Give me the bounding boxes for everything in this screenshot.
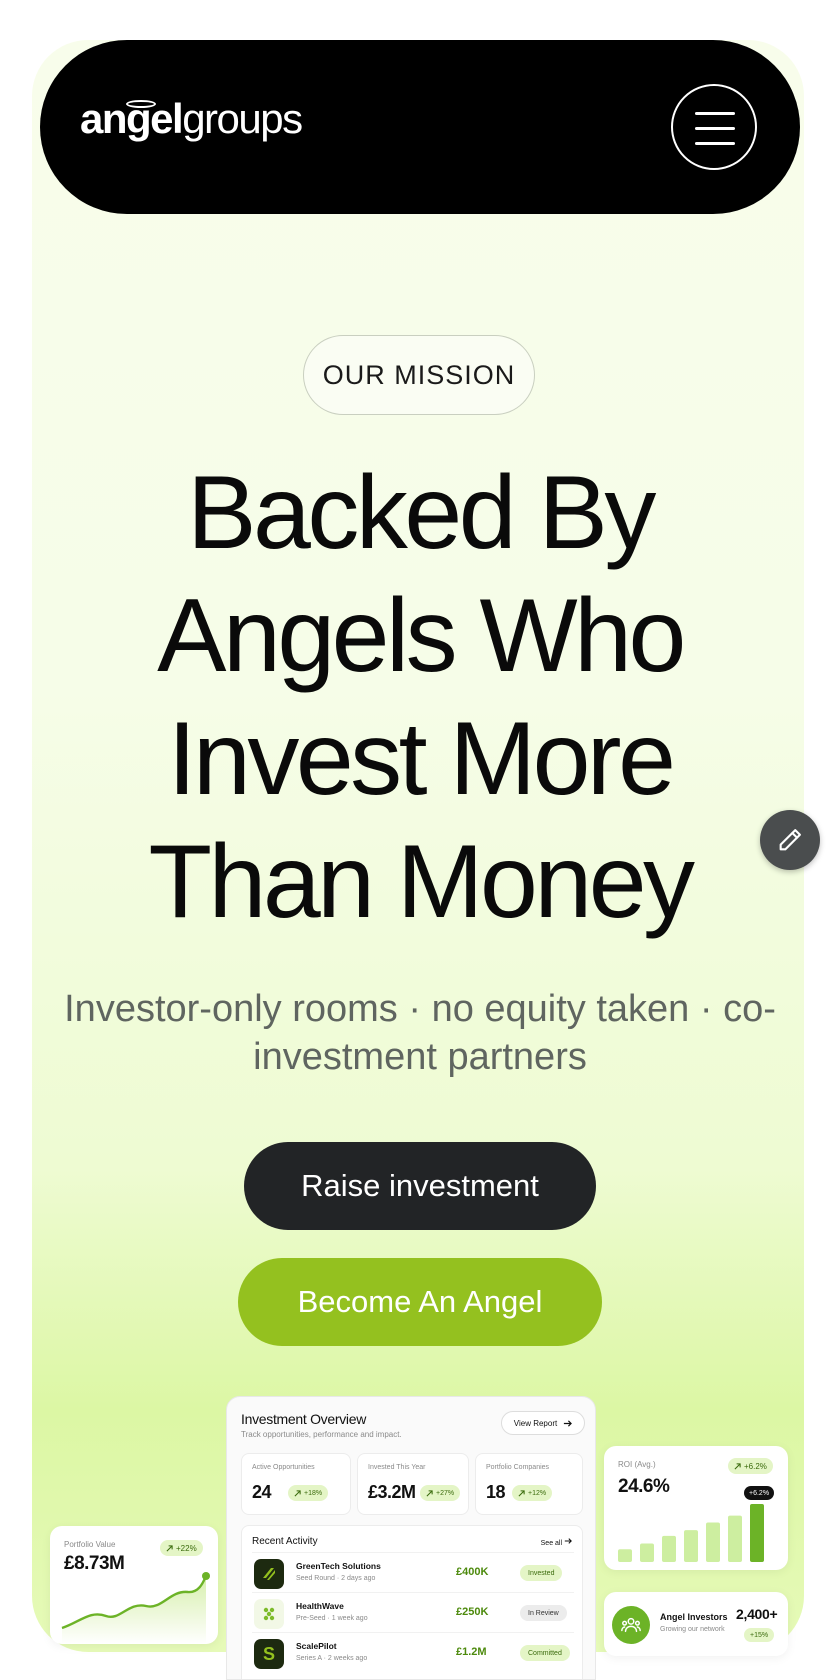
see-all-link[interactable]: See all	[541, 1537, 572, 1547]
arrow-up-right-icon	[294, 1489, 301, 1496]
status-badge: Committed	[520, 1645, 570, 1661]
arrow-right-icon	[564, 1419, 573, 1427]
company-name: HealthWave	[296, 1601, 344, 1611]
investors-value: 2,400+	[736, 1606, 778, 1622]
headline-line: Backed By	[187, 455, 656, 571]
menu-button[interactable]	[671, 84, 757, 170]
brand-logo[interactable]: angelgroups	[80, 95, 303, 142]
pencil-icon	[779, 829, 801, 851]
stat-change-badge: +18%	[288, 1485, 329, 1501]
stat-change-badge: +27%	[420, 1485, 461, 1501]
status-badge: Invested	[520, 1565, 563, 1581]
portfolio-value-card: Portfolio Value £8.73M +22%	[50, 1526, 218, 1644]
roi-bar	[640, 1543, 654, 1562]
roi-card: ROI (Avg.) 24.6% +6.2% +6.2%	[604, 1446, 788, 1570]
roi-bar	[750, 1504, 764, 1562]
stat-change: +18%	[304, 1489, 323, 1497]
stat-value: 24	[252, 1482, 272, 1502]
scalepilot-logo-icon: S	[254, 1639, 284, 1669]
activity-heading: Recent Activity	[252, 1536, 318, 1547]
stat-change: +12%	[528, 1489, 547, 1497]
healthwave-logo-icon	[254, 1599, 284, 1629]
recent-activity-panel: Recent Activity See all GreenTech Soluti…	[241, 1525, 583, 1679]
headline-line: Than Money	[148, 824, 695, 940]
headline-line: Angels Who	[157, 578, 686, 694]
edit-button[interactable]	[760, 810, 820, 870]
stat-label: Portfolio Companies	[486, 1464, 550, 1471]
stat-value: 18	[486, 1482, 506, 1502]
headline-line: Invest More	[167, 701, 676, 817]
portfolio-trend-chart	[61, 1572, 210, 1644]
logo-halo-icon	[126, 100, 156, 108]
menu-icon-bar	[695, 127, 735, 130]
greentech-logo-icon	[254, 1559, 284, 1589]
activity-amount: £1.2M	[456, 1646, 487, 1658]
people-icon	[612, 1606, 650, 1644]
stat-change: +27%	[436, 1489, 455, 1497]
logo-light-part: groups	[182, 95, 303, 142]
dashboard-subtitle: Track opportunities, performance and imp…	[241, 1430, 402, 1439]
company-name: GreenTech Solutions	[296, 1561, 381, 1571]
arrow-up-right-icon	[426, 1489, 433, 1496]
roi-bar	[684, 1530, 698, 1562]
dashboard-title: Investment Overview	[241, 1411, 367, 1427]
activity-row[interactable]: S ScalePilot Series A · 2 weeks ago £1.2…	[252, 1632, 574, 1670]
company-meta: Series A · 2 weeks ago	[296, 1655, 368, 1662]
roi-bar	[728, 1515, 742, 1562]
roi-bar	[662, 1535, 676, 1562]
stat-label: Active Opportunities	[252, 1464, 315, 1471]
mission-badge: OUR MISSION	[303, 335, 535, 415]
become-angel-button[interactable]: Become An Angel	[238, 1258, 602, 1346]
roi-bar	[618, 1549, 632, 1562]
see-all-label: See all	[540, 1540, 563, 1547]
menu-icon-bar	[695, 142, 735, 145]
investors-meta: Growing our network	[660, 1626, 725, 1633]
roi-bar	[706, 1522, 720, 1562]
investment-overview-card: Investment Overview Track opportunities,…	[226, 1396, 596, 1680]
investors-label: Angel Investors	[660, 1612, 728, 1622]
company-meta: Seed Round · 2 days ago	[296, 1575, 376, 1582]
stat-card: Active Opportunities 24 +18%	[241, 1453, 351, 1515]
stat-value: £3.2M	[368, 1482, 416, 1502]
activity-row[interactable]: HealthWave Pre-Seed · 1 week ago £250K I…	[252, 1592, 574, 1630]
angel-investors-card: Angel Investors Growing our network 2,40…	[604, 1592, 788, 1656]
hero-headline: Backed By Angels Who Invest More Than Mo…	[60, 452, 780, 944]
arrow-up-right-icon	[518, 1489, 525, 1496]
activity-amount: £400K	[456, 1566, 489, 1578]
activity-row[interactable]: GreenTech Solutions Seed Round · 2 days …	[252, 1552, 574, 1590]
raise-investment-button[interactable]: Raise investment	[244, 1142, 596, 1230]
stat-card: Portfolio Companies 18 +12%	[475, 1453, 583, 1515]
view-report-button[interactable]: View Report	[501, 1411, 585, 1435]
stat-change-badge: +12%	[512, 1485, 553, 1501]
company-meta: Pre-Seed · 1 week ago	[296, 1615, 368, 1622]
stat-card: Invested This Year £3.2M +27%	[357, 1453, 469, 1515]
hero-subline: Investor-only rooms · no equity taken · …	[64, 988, 776, 1078]
company-name: ScalePilot	[296, 1641, 337, 1651]
portfolio-trend-point	[202, 1572, 210, 1580]
view-report-label: View Report	[513, 1418, 558, 1428]
stat-label: Invested This Year	[368, 1464, 426, 1471]
activity-amount: £250K	[456, 1606, 489, 1618]
menu-icon	[695, 112, 735, 115]
investors-change: +15%	[744, 1628, 775, 1642]
roi-bar-chart	[618, 1504, 764, 1562]
status-badge: In Review	[520, 1605, 567, 1621]
arrow-right-icon	[564, 1538, 572, 1544]
